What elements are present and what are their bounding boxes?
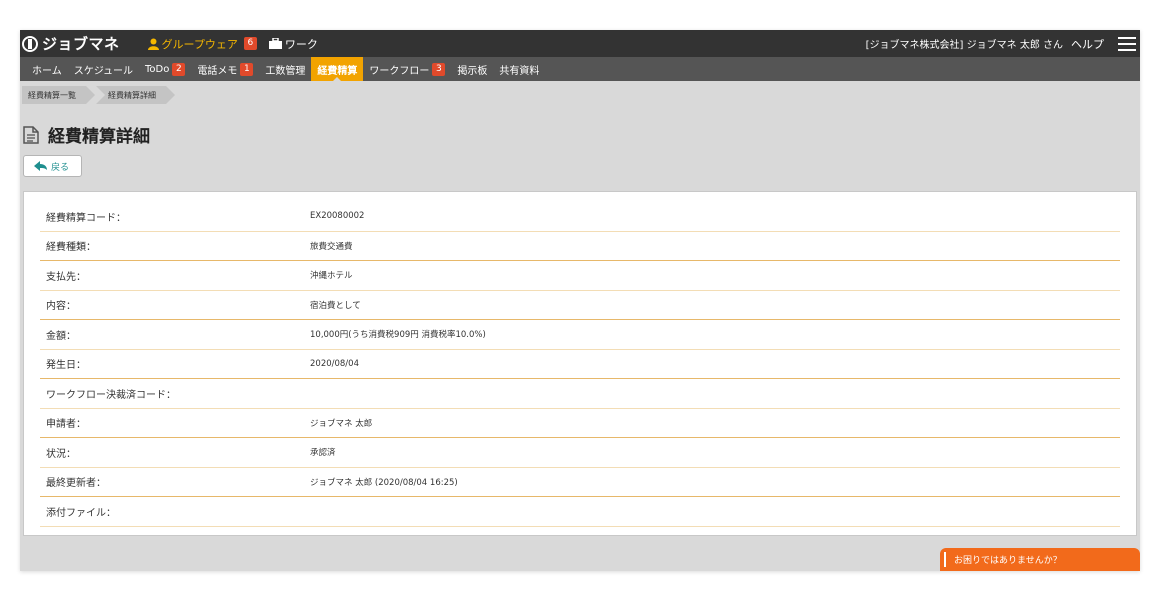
app-window: ジョブマネ グループウェア 6 ワーク [ジョブマネ株式会社] ジョブマネ 太郎… [20, 30, 1140, 571]
groupware-menu[interactable]: グループウェア 6 [147, 36, 257, 52]
page-title-text: 経費精算詳細 [48, 127, 150, 147]
nav-workflow[interactable]: ワークフロー 3 [363, 57, 451, 81]
detail-row-status: 状況： 承認済 [40, 438, 1120, 468]
groupware-label: グループウェア [161, 37, 238, 51]
groupware-badge: 6 [243, 37, 257, 50]
detail-value: ジョブマネ 太郎 [310, 418, 373, 429]
help-tab-label: お困りではありませんか？ [954, 556, 1062, 566]
workflow-badge: 3 [432, 62, 446, 76]
nav-label: 共有資料 [499, 65, 540, 77]
detail-label: 添付ファイル： [46, 507, 116, 519]
phone-memo-badge: 1 [240, 62, 254, 76]
detail-label: 内容： [46, 301, 76, 313]
briefcase-icon [268, 38, 282, 49]
detail-row-code: 経費精算コード： EX20080002 [40, 202, 1120, 232]
detail-row-type: 経費種類： 旅費交通費 [40, 232, 1120, 261]
detail-label: 申請者： [46, 419, 86, 431]
breadcrumb-expense-detail: 経費精算詳細 [96, 86, 175, 104]
nav-schedule[interactable]: スケジュール [68, 57, 139, 81]
breadcrumb-expense-list[interactable]: 経費精算一覧 [22, 86, 95, 104]
nav-bulletin[interactable]: 掲示板 [451, 57, 493, 81]
back-arrow-icon [34, 161, 47, 171]
detail-label: 経費精算コード： [46, 212, 126, 224]
detail-row-workflow-code: ワークフロー決裁済コード： [40, 379, 1120, 409]
logo[interactable]: ジョブマネ [22, 33, 120, 54]
nav-label: スケジュール [73, 65, 134, 77]
page-title: 経費精算詳細 [23, 122, 1140, 147]
detail-row-applicant: 申請者： ジョブマネ 太郎 [40, 409, 1120, 438]
top-bar: ジョブマネ グループウェア 6 ワーク [ジョブマネ株式会社] ジョブマネ 太郎… [20, 30, 1140, 57]
nav-label: ToDo [145, 63, 170, 75]
detail-label: 最終更新者： [46, 478, 106, 490]
main-nav: ホーム スケジュール ToDo 2 電話メモ 1 工数管理 経費精算 ワークフロー 3… [20, 57, 1140, 81]
detail-label: 発生日： [46, 360, 86, 372]
nav-home[interactable]: ホーム [26, 57, 68, 81]
detail-row-content: 内容： 宿泊費として [40, 291, 1120, 320]
nav-label: ワークフロー [369, 65, 430, 77]
nav-label: ホーム [32, 65, 62, 77]
user-icon [147, 38, 159, 50]
nav-man-hours[interactable]: 工数管理 [259, 57, 311, 81]
detail-row-last-updated: 最終更新者： ジョブマネ 太郎 (2020/08/04 16:25) [40, 468, 1120, 497]
detail-row-date: 発生日： 2020/08/04 [40, 350, 1120, 379]
logo-text: ジョブマネ [42, 35, 120, 53]
detail-value: 10,000円(うち消費税909円 消費税率10.0%) [310, 330, 486, 341]
hamburger-menu-icon[interactable] [1118, 36, 1136, 51]
detail-value: 沖縄ホテル [310, 271, 353, 282]
nav-label: 経費精算 [317, 65, 358, 77]
help-tab[interactable]: お困りではありませんか？ [940, 548, 1140, 571]
detail-label: 経費種類： [46, 242, 96, 254]
nav-phone-memo[interactable]: 電話メモ 1 [191, 57, 259, 81]
detail-value: 旅費交通費 [310, 241, 353, 252]
user-info[interactable]: [ジョブマネ株式会社] ジョブマネ 太郎 さん [866, 36, 1063, 51]
work-label: ワーク [284, 37, 318, 51]
back-button-label: 戻る [51, 162, 70, 173]
detail-row-payee: 支払先： 沖縄ホテル [40, 261, 1120, 291]
detail-row-amount: 金額： 10,000円(うち消費税909円 消費税率10.0%) [40, 320, 1120, 350]
logo-icon [22, 35, 38, 52]
detail-value: 承認済 [310, 448, 336, 459]
detail-label: 金額： [46, 330, 76, 342]
detail-value: EX20080002 [310, 211, 365, 222]
breadcrumb: 経費精算一覧 経費精算詳細 [22, 86, 1140, 104]
nav-expense[interactable]: 経費精算 [311, 57, 364, 81]
detail-value: 宿泊費として [310, 300, 361, 311]
detail-label: 状況： [46, 448, 76, 460]
expense-detail-panel: 経費精算コード： EX20080002 経費種類： 旅費交通費 支払先： 沖縄ホ… [23, 191, 1137, 536]
todo-badge: 2 [172, 62, 186, 76]
nav-label: 電話メモ [197, 65, 238, 77]
detail-value: ジョブマネ 太郎 (2020/08/04 16:25) [310, 477, 458, 488]
detail-value: 2020/08/04 [310, 358, 359, 369]
nav-todo[interactable]: ToDo 2 [139, 57, 191, 81]
nav-shared-docs[interactable]: 共有資料 [493, 57, 545, 81]
document-icon [23, 125, 39, 144]
detail-label: ワークフロー決裁済コード： [46, 389, 176, 401]
topbar-right: [ジョブマネ株式会社] ジョブマネ 太郎 さん ヘルプ [866, 36, 1140, 52]
detail-row-attachments: 添付ファイル： [40, 497, 1120, 527]
back-button[interactable]: 戻る [23, 155, 82, 177]
help-link[interactable]: ヘルプ [1071, 36, 1104, 52]
detail-label: 支払先： [46, 271, 86, 283]
nav-label: 掲示板 [457, 65, 488, 77]
work-menu[interactable]: ワーク [268, 36, 318, 52]
nav-label: 工数管理 [265, 65, 306, 77]
